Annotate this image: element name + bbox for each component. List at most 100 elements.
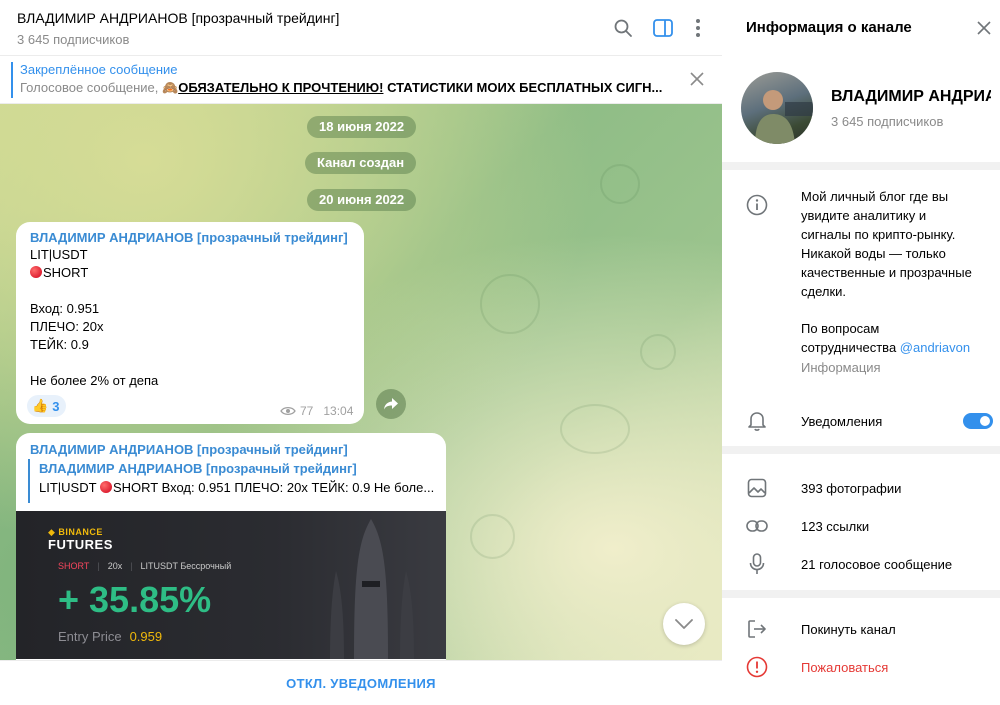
chevron-down-icon [675, 619, 693, 629]
channel-info-panel: Информация о канале ВЛАДИМИР АНДРИАНОВ [… [722, 0, 1000, 705]
mute-notifications-button[interactable]: ОТКЛ. УВЕДОМЛЕНИЯ [286, 676, 436, 691]
microphone-icon [746, 553, 768, 575]
media-photos[interactable]: 393 фотографии [801, 481, 901, 496]
pinned-title[interactable]: Закреплённое сообщение [20, 62, 178, 77]
description-line: Мой личный блог где вы [801, 189, 949, 204]
binance-product: FUTURES [48, 537, 113, 552]
divider [722, 590, 1000, 598]
pinned-preview[interactable]: Голосовое сообщение, 🙈ОБЯЗАТЕЛЬНО К ПРОЧ… [20, 80, 670, 96]
search-icon[interactable] [611, 16, 635, 40]
divider [722, 162, 1000, 170]
bell-icon [746, 410, 768, 432]
reaction-thumbs-up[interactable]: 👍 3 [27, 395, 67, 417]
pinned-prefix: Голосовое сообщение, [20, 80, 163, 95]
doodle-circle [480, 274, 540, 334]
notifications-label[interactable]: Уведомления [801, 414, 882, 429]
scroll-down-button[interactable] [663, 603, 705, 645]
more-icon[interactable] [686, 16, 710, 40]
media-links[interactable]: 123 ссылки [801, 519, 869, 534]
contact-line: По вопросам [801, 321, 880, 336]
message-author[interactable]: ВЛАДИМИР АНДРИАНОВ [прозрачный трейдинг] [30, 230, 348, 245]
message-pair: LIT|USDT [30, 247, 88, 262]
views-eye-icon [280, 406, 296, 416]
reaction-count: 3 [52, 398, 60, 414]
description-label: Информация [801, 360, 881, 375]
trade-profit: + 35.85% [58, 579, 212, 620]
close-icon[interactable] [976, 20, 992, 36]
message-author[interactable]: ВЛАДИМИР АНДРИАНОВ [прозрачный трейдинг] [30, 442, 348, 457]
quote-text-pre: LIT|USDT [39, 480, 100, 495]
message-leverage: ПЛЕЧО: 20x [30, 319, 104, 334]
chat-header[interactable]: ВЛАДИМИР АНДРИАНОВ [прозрачный трейдинг]… [0, 0, 722, 56]
message-note: Не более 2% от депа [30, 373, 159, 388]
description-line: сделки. [801, 284, 847, 299]
trade-entry: Entry Price 0.959 [58, 629, 162, 644]
doodle-circle [600, 164, 640, 204]
close-pinned-icon[interactable] [688, 70, 706, 88]
trade-screenshot[interactable]: ◆ BINANCE FUTURES SHORT | 20x | LITUSDT … [16, 511, 446, 659]
link-icon [746, 515, 768, 537]
info-icon [746, 194, 768, 216]
rocket-illustration [330, 519, 414, 659]
channel-description: Мой личный блог где вы увидите аналитику… [801, 187, 991, 357]
quote-text: LIT|USDT SHORT Вход: 0.951 ПЛЕЧО: 20x ТЕ… [39, 479, 437, 497]
message-bubble[interactable]: ВЛАДИМИР АНДРИАНОВ [прозрачный трейдинг]… [16, 222, 364, 424]
leave-channel-button[interactable]: Покинуть канал [801, 622, 896, 637]
notifications-toggle[interactable] [963, 413, 993, 429]
message-side-text: SHORT [43, 265, 89, 280]
avatar[interactable] [741, 72, 813, 144]
pinned-rest: СТАТИСТИКИ МОИХ БЕСПЛАТНЫХ СИГН... [383, 80, 663, 95]
message-meta: 77 13:04 [280, 404, 353, 418]
channel-subscribers: 3 645 подписчиков [831, 114, 944, 129]
leave-icon [746, 618, 768, 640]
chat-footer: ОТКЛ. УВЕДОМЛЕНИЯ [0, 660, 722, 705]
trade-side: SHORT [58, 561, 90, 571]
views-count: 77 [300, 404, 314, 418]
message-side: SHORT [30, 264, 158, 282]
report-icon [746, 656, 768, 678]
channel-name: ВЛАДИМИР АНДРИАНОВ [прозрачный трейдинг] [831, 88, 991, 105]
pinned-accent-bar [11, 62, 13, 98]
forward-icon[interactable] [376, 389, 406, 419]
sidebar-toggle-icon[interactable] [651, 16, 675, 40]
report-button[interactable]: Пожаловаться [801, 660, 888, 675]
description-line: качественные и прозрачные [801, 265, 972, 280]
photo-icon [746, 477, 768, 499]
trade-contract: LITUSDT Бессрочный [140, 561, 232, 571]
divider: | [97, 561, 100, 571]
chat-panel: ВЛАДИМИР АНДРИАНОВ [прозрачный трейдинг]… [0, 0, 722, 705]
chat-title[interactable]: ВЛАДИМИР АНДРИАНОВ [прозрачный трейдинг] [17, 10, 339, 26]
trade-leverage: 20x [107, 561, 123, 571]
contact-handle-link[interactable]: @andriavon [900, 340, 970, 355]
channel-created-notice: Канал создан [305, 152, 417, 174]
quote-author: ВЛАДИМИР АНДРИАНОВ [прозрачный трейдинг] [39, 461, 357, 476]
info-title: Информация о канале [746, 19, 912, 36]
red-circle-icon [30, 266, 42, 278]
message-entry: Вход: 0.951 [30, 301, 100, 316]
doodle-circle [560, 404, 630, 454]
message-time: 13:04 [323, 404, 354, 418]
description-line: сигналы по крипто-рынку. [801, 227, 956, 242]
binance-brand: BINANCE [58, 527, 103, 537]
forwarded-quote[interactable]: ВЛАДИМИР АНДРИАНОВ [прозрачный трейдинг]… [28, 459, 438, 503]
quote-text-post: SHORT Вход: 0.951 ПЛЕЧО: 20x ТЕЙК: 0.9 Н… [112, 480, 435, 495]
doodle-circle [640, 334, 676, 370]
message-bubble[interactable]: ВЛАДИМИР АНДРИАНОВ [прозрачный трейдинг]… [16, 433, 446, 673]
media-voice[interactable]: 21 голосовое сообщение [801, 557, 952, 572]
date-separator: 20 июня 2022 [307, 189, 417, 211]
thumbs-up-icon: 👍 [32, 398, 49, 413]
entry-label: Entry Price [58, 629, 122, 644]
contact-text: сотрудничества [801, 340, 900, 355]
divider: | [130, 561, 133, 571]
message-body: LIT|USDT SHORT Вход: 0.951 ПЛЕЧО: 20x ТЕ… [30, 246, 158, 390]
description-line: Никакой воды — только [801, 246, 946, 261]
pinned-bold: ОБЯЗАТЕЛЬНО К ПРОЧТЕНИЮ! [178, 80, 384, 95]
trade-details: SHORT | 20x | LITUSDT Бессрочный [58, 561, 231, 571]
toggle-knob [978, 414, 992, 428]
message-take: ТЕЙК: 0.9 [30, 337, 89, 352]
entry-value: 0.959 [129, 629, 163, 644]
chat-subscribers: 3 645 подписчиков [17, 32, 130, 47]
